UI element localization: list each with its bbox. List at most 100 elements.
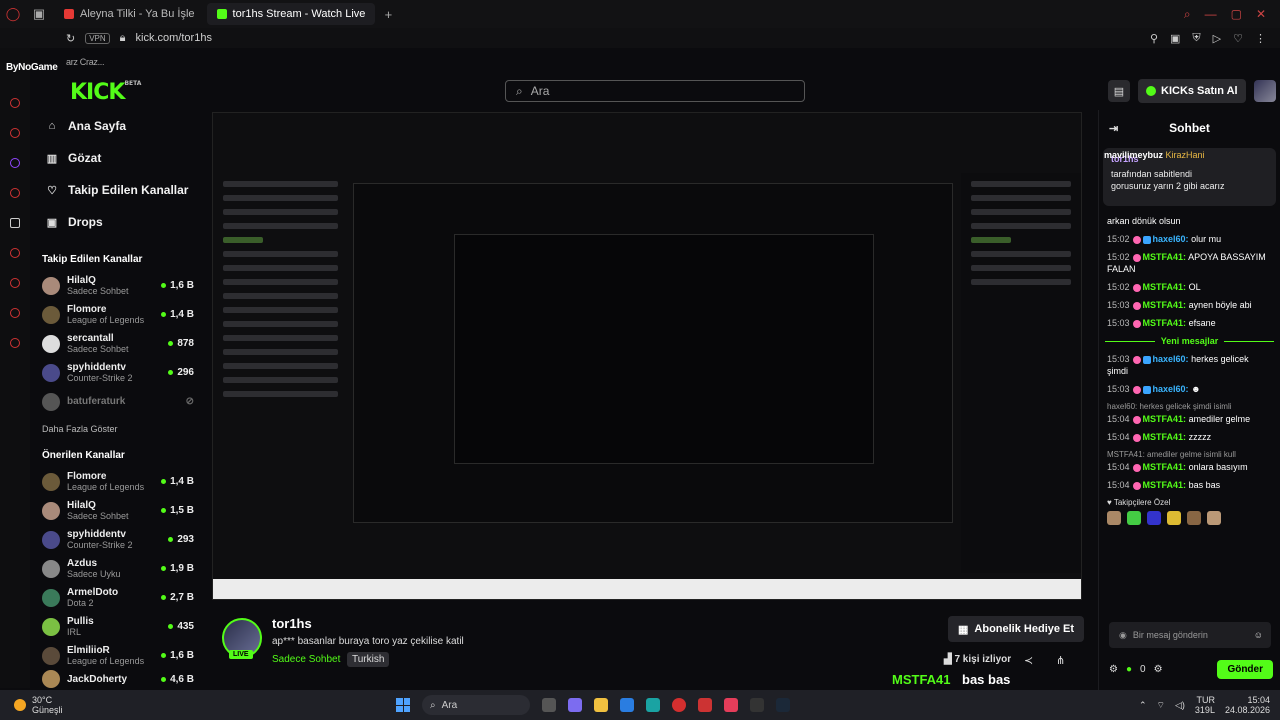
sidebar-app-icon[interactable] — [10, 278, 20, 288]
followed-channel[interactable]: HilalQ Sadece Sohbet 1,6 B — [30, 271, 202, 300]
followed-channel-offline[interactable]: batuferaturk ⊘ — [30, 387, 202, 416]
stream-tag[interactable]: Turkish — [347, 652, 390, 667]
clock[interactable]: 15:04 24.08.2026 — [1225, 695, 1270, 715]
opera-icon[interactable]: ◯ — [0, 0, 26, 28]
steam-icon[interactable] — [776, 698, 790, 712]
emote-icon[interactable] — [1187, 511, 1201, 525]
gear-icon[interactable]: ⚙ — [1154, 664, 1163, 675]
kicks-buy-button[interactable]: KICKs Satın Al — [1138, 79, 1246, 103]
vpn-badge[interactable]: VPN — [85, 32, 110, 44]
windows-start-icon[interactable] — [396, 698, 410, 712]
store-icon[interactable] — [620, 698, 634, 712]
emote-icon[interactable] — [1147, 511, 1161, 525]
video-player[interactable] — [212, 112, 1082, 600]
emote-icon[interactable] — [1127, 511, 1141, 525]
weather-widget[interactable]: 30°C Güneşli — [0, 695, 200, 715]
chat-message[interactable]: 15:03 MSTFA41: efsane — [1099, 314, 1280, 332]
sidebar-app-icon[interactable] — [10, 98, 20, 108]
close-icon[interactable]: ✕ — [1256, 7, 1266, 22]
volume-icon[interactable]: ◁) — [1175, 700, 1185, 710]
chat-message[interactable]: mavilimeybuz KirazHani — [1104, 150, 1280, 160]
tab-menu-icon[interactable]: ▣ — [26, 0, 52, 28]
kick-logo[interactable]: KICKBETA — [70, 80, 141, 105]
emote-icon[interactable] — [1167, 511, 1181, 525]
settings-icon[interactable] — [10, 338, 20, 348]
recommended-channel[interactable]: JackDoherty 4,6 B — [30, 670, 202, 688]
recommended-channel[interactable]: spyhiddentv Counter-Strike 2 293 — [30, 525, 202, 554]
user-avatar[interactable] — [1253, 80, 1276, 102]
chat-message[interactable]: 15:03 haxel60: ☻ — [1099, 380, 1280, 398]
emote-icon[interactable] — [1107, 511, 1121, 525]
network-icon[interactable]: ⌔ — [1157, 700, 1165, 710]
app-icon[interactable] — [698, 698, 712, 712]
heart-icon[interactable]: ♡ — [1233, 32, 1243, 45]
followed-channel[interactable]: spyhiddentv Counter-Strike 2 296 — [30, 358, 202, 387]
nav-following[interactable]: ♡ Takip Edilen Kanallar — [30, 174, 202, 206]
chat-message[interactable]: 15:04 MSTFA41: zzzzz — [1099, 428, 1280, 446]
task-view-icon[interactable] — [542, 698, 556, 712]
search-tabs-icon[interactable]: ⌕ — [1184, 7, 1191, 22]
emote-icon[interactable] — [1207, 511, 1221, 525]
recommended-channel[interactable]: Azdus Sadece Uyku 1,9 B — [30, 554, 202, 583]
nav-browse[interactable]: ▥ Gözat — [30, 142, 202, 174]
gift-subscription-button[interactable]: ▦ Abonelik Hediye Et — [948, 616, 1085, 642]
menu-icon[interactable]: ⋮ — [1255, 32, 1266, 45]
browser-tab-active[interactable]: tor1hs Stream - Watch Live — [206, 3, 376, 25]
collapse-chat-icon[interactable]: ⇥ — [1109, 122, 1118, 135]
share-icon[interactable]: ≺ — [1024, 654, 1033, 667]
play-icon[interactable]: ▷ — [1213, 32, 1221, 45]
new-tab-icon[interactable]: + — [375, 0, 401, 28]
options-icon[interactable]: ⋔ — [1056, 654, 1065, 667]
chat-message-input[interactable]: ◉ Bir mesaj gönderin ☺ — [1109, 622, 1271, 648]
send-button[interactable]: Gönder — [1217, 659, 1273, 679]
app-icon[interactable] — [724, 698, 738, 712]
streamer-name[interactable]: tor1hs — [272, 616, 312, 631]
maximize-icon[interactable]: ▢ — [1231, 7, 1242, 22]
recommended-channel[interactable]: ArmelDoto Dota 2 2,7 B — [30, 583, 202, 612]
snapshot-icon[interactable]: ▣ — [1170, 32, 1180, 45]
chat-message[interactable]: 15:03 MSTFA41: aynen böyle abi — [1099, 296, 1280, 314]
sidebar-app-icon[interactable] — [10, 248, 20, 258]
copilot-icon[interactable] — [568, 698, 582, 712]
file-explorer-icon[interactable] — [594, 698, 608, 712]
show-more-link[interactable]: Daha Fazla Göster — [30, 424, 202, 434]
nav-drops[interactable]: ▣ Drops — [30, 206, 202, 238]
taskbar-search[interactable]: ⌕ Ara — [422, 695, 530, 715]
shield-icon[interactable]: ⛨ — [1192, 32, 1200, 45]
opera-icon[interactable] — [672, 698, 686, 712]
recommended-channel[interactable]: HilalQ Sadece Sohbet 1,5 B — [30, 496, 202, 525]
reload-icon[interactable]: ↻ — [66, 32, 75, 45]
followed-channel[interactable]: Flomore League of Legends 1,4 B — [30, 300, 202, 329]
chat-message[interactable]: haxel60: herkes gelicek şimdi isimli 15:0… — [1099, 398, 1280, 428]
recommended-channel[interactable]: Flomore League of Legends 1,4 B — [30, 467, 202, 496]
chat-message[interactable]: arkan dönük olsun — [1099, 212, 1280, 230]
twitch-icon[interactable] — [10, 158, 20, 168]
followed-channel[interactable]: sercantall Sadece Sohbet 878 — [30, 329, 202, 358]
chat-settings-icon[interactable]: ⚙ — [1109, 664, 1118, 675]
stream-category[interactable]: Sadece Sohbet — [272, 654, 340, 665]
x-icon[interactable] — [10, 218, 20, 228]
recommended-channel[interactable]: Pullis IRL 435 — [30, 612, 202, 641]
sidebar-app-icon[interactable] — [10, 308, 20, 318]
pin-icon[interactable]: ⚲ — [1150, 32, 1158, 45]
chat-message[interactable]: 15:04 MSTFA41: bas bas — [1099, 476, 1280, 494]
layout-toggle-button[interactable]: ▤ — [1108, 80, 1130, 102]
sidebar-app-icon[interactable] — [10, 188, 20, 198]
chat-message[interactable]: 15:02 MSTFA41: OL — [1099, 278, 1280, 296]
minimize-icon[interactable]: — — [1205, 7, 1217, 22]
edge-icon[interactable] — [646, 698, 660, 712]
recommended-channel[interactable]: ElmiliioR League of Legends 1,6 B — [30, 641, 202, 670]
url-field[interactable]: kick.com/tor1hs — [136, 32, 212, 44]
sidebar-app-icon[interactable] — [10, 128, 20, 138]
browser-tab[interactable]: Aleyna Tilki - Ya Bu İşle — [54, 3, 205, 25]
tray-expand-icon[interactable]: ⌃ — [1139, 700, 1147, 710]
chat-message[interactable]: 15:02 haxel60: olur mu — [1099, 230, 1280, 248]
chat-message[interactable]: MSTFA41: amediler gelme isimli kull 15:04… — [1099, 446, 1280, 476]
emoji-icon[interactable]: ☺ — [1254, 630, 1263, 640]
nav-home[interactable]: ⌂ Ana Sayfa — [30, 110, 202, 142]
app-icon[interactable] — [750, 698, 764, 712]
chat-message[interactable]: 15:02 MSTFA41: APOYA BASSAYIM FALAN — [1099, 248, 1280, 278]
chat-message[interactable]: 15:03 haxel60: herkes gelicek şimdi — [1099, 350, 1280, 380]
language-indicator[interactable]: TUR 319L — [1195, 695, 1215, 715]
search-input[interactable]: ⌕ Ara — [505, 80, 805, 102]
